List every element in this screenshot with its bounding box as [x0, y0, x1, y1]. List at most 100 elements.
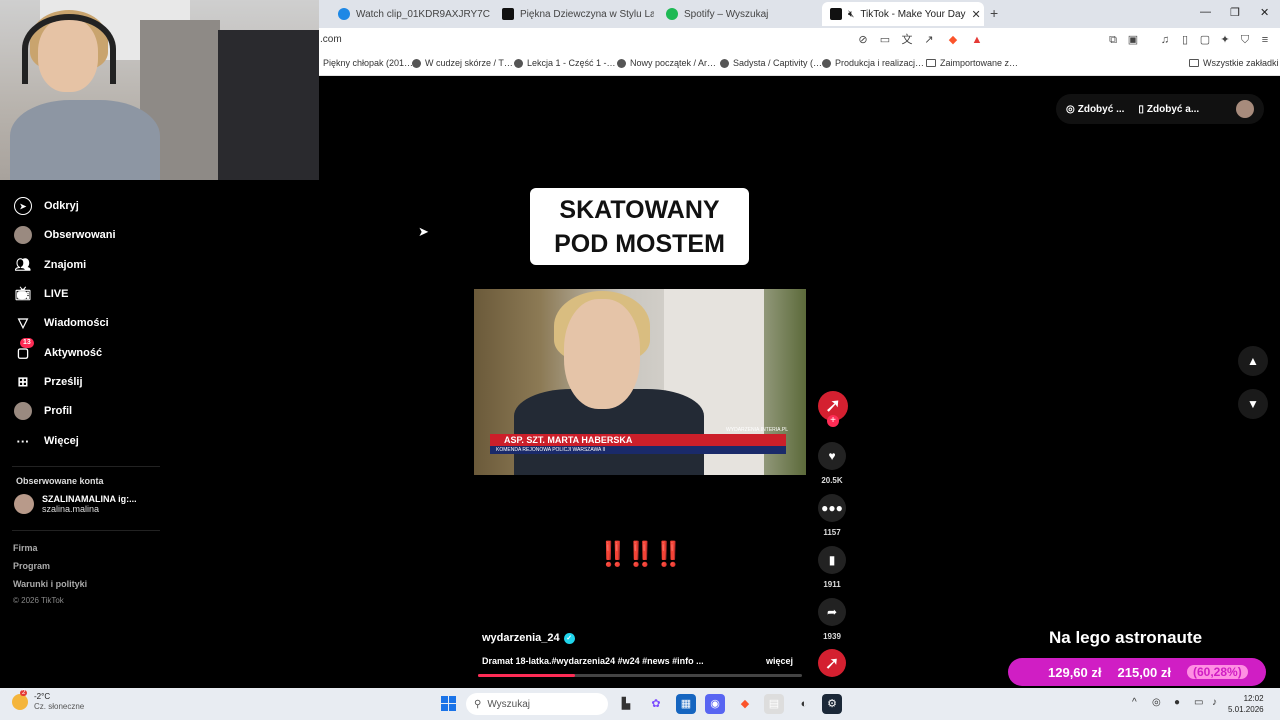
share-arrow-icon: ➦ — [826, 605, 838, 619]
previous-video-button[interactable]: ▲ — [1238, 346, 1268, 376]
copilot-icon[interactable]: ✿ — [646, 694, 666, 714]
start-button[interactable] — [441, 696, 456, 711]
extensions-icon[interactable]: ⧉ — [1106, 33, 1120, 47]
bookmark-item[interactable]: W cudzej skórze / T… — [412, 58, 513, 68]
followed-account[interactable]: SZALINAMALINA ig:... szalina.malina — [14, 494, 137, 514]
reading-list-icon[interactable]: ▯ — [1178, 33, 1192, 47]
sidebar-item-wiadomosci[interactable]: ▽ Wiadomości — [14, 312, 109, 334]
media-icon[interactable]: ♫ — [1158, 33, 1172, 47]
cast-icon[interactable]: ▭ — [878, 33, 892, 47]
bookmark-item[interactable]: Produkcja i realizacj… — [822, 58, 924, 68]
taskbar-search[interactable]: ⚲ Wyszukaj — [466, 693, 608, 715]
sidebar-item-profil[interactable]: Profil — [14, 400, 72, 422]
sound-disc[interactable]: ➚ — [818, 649, 846, 677]
video-author[interactable]: wydarzenia_24 ✓ — [482, 632, 575, 644]
bookmark-item[interactable]: Sadysta / Captivity (… — [720, 58, 822, 68]
webcam-person-body — [10, 100, 160, 180]
sidebar-item-znajomi[interactable]: 👥︎ Znajomi — [14, 254, 86, 276]
bookmark-label: Produkcja i realizacj… — [835, 58, 925, 68]
sidebar-item-obserwowani[interactable]: Obserwowani — [14, 224, 116, 246]
network-tray-icon[interactable]: ◎ — [1152, 697, 1161, 708]
footer-link-terms[interactable]: Warunki i polityki — [13, 579, 87, 589]
sidebar-item-odkryj[interactable]: ➤ Odkryj — [14, 195, 79, 217]
verified-icon: ✓ — [563, 632, 575, 644]
more-icon: ··· — [16, 433, 30, 449]
video-site-watermark: WYDARZENIA.INTERIA.PL — [726, 427, 788, 433]
pill-label: Zdobyć a... — [1146, 103, 1200, 115]
compass-icon: ➤ — [14, 197, 32, 215]
tab-label: TikTok - Make Your Day — [860, 8, 966, 20]
sidebar-toggle-icon[interactable]: ▣ — [1126, 33, 1140, 47]
display-tray-icon[interactable]: ▭ — [1194, 697, 1203, 708]
sidebar-item-wiecej[interactable]: ··· Więcej — [14, 430, 79, 452]
weather-widget[interactable]: 2 -2°C Cz. słoneczne — [12, 690, 84, 712]
tray-overflow-icon[interactable]: ^ — [1132, 697, 1137, 708]
save-button[interactable]: ▮ — [818, 546, 846, 574]
share-button[interactable]: ➦ — [818, 598, 846, 626]
brave-shield-icon[interactable]: ◆ — [946, 33, 960, 47]
follow-plus-icon[interactable]: + — [827, 415, 839, 427]
store-icon[interactable]: ▦ — [676, 694, 696, 714]
mic-tray-icon[interactable]: ● — [1174, 697, 1180, 708]
tab-tiktok-latino[interactable]: Piękna Dziewczyna w Stylu Latino | T… — [494, 2, 654, 26]
footer-link-program[interactable]: Program — [13, 561, 50, 571]
next-video-button[interactable]: ▼ — [1238, 389, 1268, 419]
url-field[interactable]: .com — [320, 34, 342, 45]
bookmark-item[interactable]: Piękny chłopak (201… — [323, 58, 413, 68]
bookmark-favicon-icon — [514, 58, 523, 68]
steam-icon[interactable]: ⚙ — [822, 694, 842, 714]
bookmark-label: Wszystkie zakładki — [1203, 58, 1279, 68]
video-face — [564, 299, 640, 409]
app-icon[interactable]: ▤ — [764, 694, 784, 714]
ai-icon[interactable]: ✦ — [1218, 33, 1232, 47]
sidebar-item-label: Odkryj — [44, 200, 79, 212]
wallet-icon[interactable]: ▢ — [1198, 33, 1212, 47]
video-frame[interactable]: WYDARZENIA.INTERIA.PL ASP. SZT. MARTA HA… — [474, 289, 806, 475]
bookmark-item[interactable]: Lekcja 1 - Część 1 -… — [514, 58, 616, 68]
footer-link-firma[interactable]: Firma — [13, 543, 38, 553]
restore-icon[interactable]: ❐ — [1230, 6, 1240, 19]
like-button[interactable]: ♥ — [818, 442, 846, 470]
comment-button[interactable]: ●●● — [818, 494, 846, 522]
brave-icon[interactable]: ◆ — [735, 694, 755, 714]
all-bookmarks-folder[interactable]: Wszystkie zakładki — [1189, 58, 1279, 68]
more-button[interactable]: więcej — [766, 656, 793, 666]
tab-label: Piękna Dziewczyna w Stylu Latino | T… — [520, 8, 654, 20]
bookmark-folder[interactable]: Zaimportowane z… — [926, 58, 1018, 68]
vpn-icon[interactable]: ⛉ — [1238, 33, 1252, 47]
author-name: wydarzenia_24 — [482, 632, 560, 644]
sidebar: ➤ Odkryj Obserwowani 👥︎ Znajomi 📺︎ LIVE … — [0, 180, 160, 610]
bookmark-favicon-icon — [412, 58, 421, 68]
discord-icon[interactable]: ◉ — [705, 694, 725, 714]
new-tab-button[interactable]: + — [990, 5, 998, 21]
bookmark-item[interactable]: Nowy początek / Ar… — [617, 58, 716, 68]
tab-spotify[interactable]: Spotify – Wyszukaj — [658, 2, 818, 26]
tab-watch-clip[interactable]: Watch clip_01KDR9AXJRY7C3P0GG7… — [330, 2, 490, 26]
brave-rewards-icon[interactable]: ▲ — [970, 33, 984, 47]
sidebar-item-przeslij[interactable]: ⊞ Prześlij — [14, 371, 83, 393]
system-clock[interactable]: 12:02 5.01.2026 — [1228, 693, 1264, 715]
video-title-line1: SKATOWANY — [559, 196, 720, 224]
minimize-icon[interactable]: — — [1200, 6, 1211, 18]
user-avatar[interactable] — [1236, 100, 1254, 118]
sidebar-item-live[interactable]: 📺︎ LIVE — [14, 283, 69, 305]
translate-icon[interactable]: 文 — [900, 33, 914, 47]
obs-icon[interactable]: ◐ — [794, 694, 814, 714]
volume-tray-icon[interactable]: ♪ — [1212, 697, 1217, 708]
copyright: © 2026 TikTok — [13, 596, 64, 605]
menu-icon[interactable]: ≡ — [1258, 33, 1272, 47]
sidebar-item-label: Prześlij — [44, 376, 83, 388]
get-app-button[interactable]: ▯ Zdobyć a... — [1138, 104, 1199, 115]
tab-favicon-icon — [502, 8, 514, 20]
tab-tiktok-active[interactable]: 🔇︎ TikTok - Make Your Day ✕ — [822, 2, 984, 26]
tab-favicon-icon — [338, 8, 350, 20]
no-tracking-icon[interactable]: ⊘ — [856, 33, 870, 47]
video-progress-bar[interactable] — [478, 674, 802, 677]
task-view-icon[interactable]: ▙ — [616, 694, 636, 714]
bookmark-favicon-icon — [822, 58, 831, 68]
close-tab-icon[interactable]: ✕ — [972, 8, 981, 21]
get-coins-button[interactable]: ◎ Zdobyć ... — [1066, 104, 1124, 115]
close-window-icon[interactable]: ✕ — [1260, 6, 1269, 19]
sidebar-item-aktywnosc[interactable]: ▢ 13 Aktywność — [14, 338, 102, 364]
share-icon[interactable]: ↗ — [922, 33, 936, 47]
